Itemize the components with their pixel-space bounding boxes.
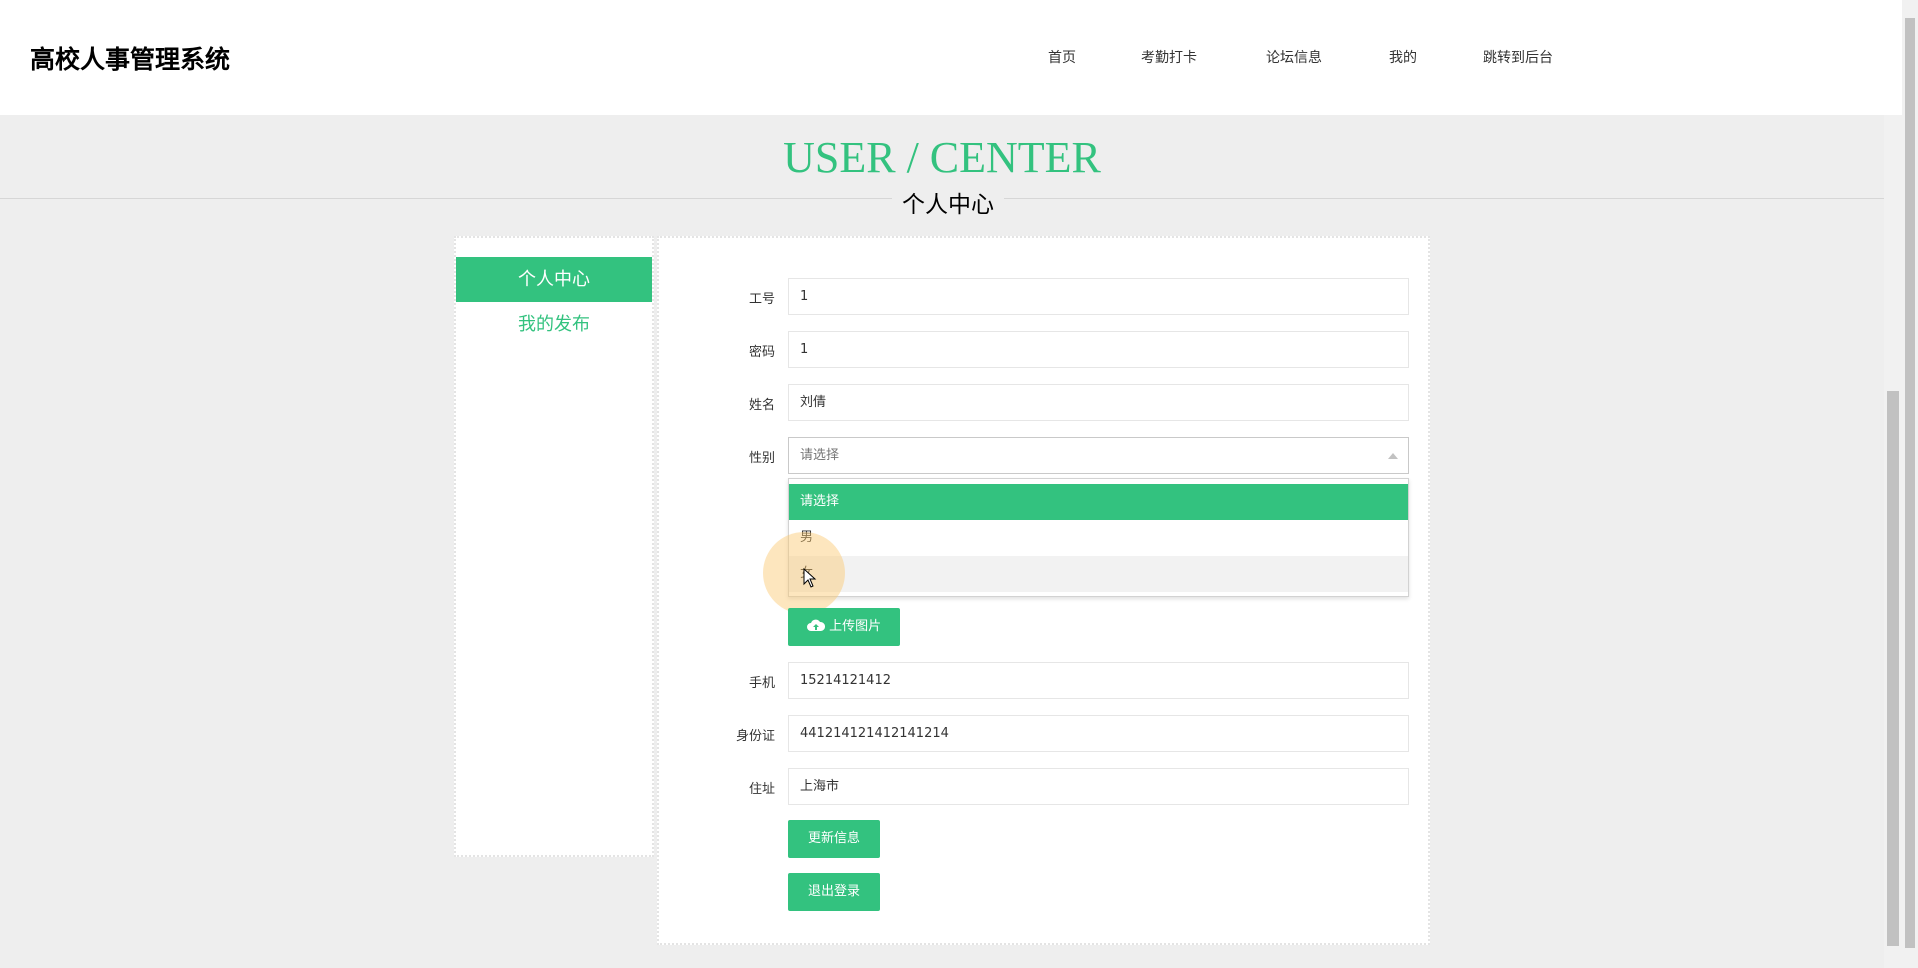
- password-input[interactable]: 1: [788, 331, 1409, 368]
- id-card-label: 身份证: [735, 729, 775, 744]
- page-title: USER / CENTER: [783, 133, 1101, 182]
- upload-image-label: 上传图片: [829, 619, 882, 634]
- address-label: 住址: [748, 782, 775, 797]
- sidebar-item-user-center[interactable]: 个人中心: [456, 257, 652, 302]
- gender-option-placeholder[interactable]: 请选择: [789, 484, 1408, 520]
- sidebar-item-my-posts[interactable]: 我的发布: [456, 302, 652, 347]
- site-title: 高校人事管理系统: [30, 45, 231, 74]
- nav-admin[interactable]: 跳转到后台: [1483, 47, 1553, 67]
- page-scrollbar-thumb[interactable]: [1905, 18, 1915, 948]
- nav-attendance[interactable]: 考勤打卡: [1141, 47, 1197, 67]
- inner-scrollbar-thumb[interactable]: [1887, 391, 1899, 946]
- employee-id-label: 工号: [748, 292, 775, 307]
- page-scrollbar[interactable]: [1902, 0, 1918, 968]
- id-card-input[interactable]: 441214121412141214: [788, 715, 1409, 752]
- address-input[interactable]: 上海市: [788, 768, 1409, 805]
- employee-id-input[interactable]: 1: [788, 278, 1409, 315]
- phone-label: 手机: [748, 676, 775, 691]
- gender-select-placeholder: 请选择: [800, 448, 840, 463]
- gender-option-female[interactable]: 女: [789, 556, 1408, 592]
- top-header: 高校人事管理系统 首页 考勤打卡 论坛信息 我的 跳转到后台: [0, 0, 1902, 115]
- nav-forum[interactable]: 论坛信息: [1266, 47, 1322, 67]
- caret-up-icon: [1388, 453, 1398, 459]
- nav-mine[interactable]: 我的: [1389, 47, 1417, 67]
- gender-select[interactable]: 请选择: [788, 437, 1409, 474]
- nav-home[interactable]: 首页: [1048, 47, 1076, 67]
- logout-button[interactable]: 退出登录: [788, 873, 880, 911]
- password-label: 密码: [748, 345, 775, 360]
- name-input[interactable]: 刘倩: [788, 384, 1409, 421]
- mouse-cursor-icon: [803, 568, 817, 588]
- sidebar: 个人中心 我的发布: [454, 236, 654, 857]
- cloud-upload-icon: [806, 619, 825, 631]
- inner-scrollbar[interactable]: [1884, 115, 1902, 968]
- gender-option-male[interactable]: 男: [789, 520, 1408, 556]
- update-info-button[interactable]: 更新信息: [788, 820, 880, 858]
- page-subtitle: 个人中心: [892, 185, 1004, 219]
- gender-label: 性别: [748, 451, 775, 466]
- name-label: 姓名: [748, 398, 775, 413]
- gender-dropdown: 请选择 男 女: [788, 478, 1409, 597]
- upload-image-button[interactable]: 上传图片: [788, 608, 900, 646]
- phone-input[interactable]: 15214121412: [788, 662, 1409, 699]
